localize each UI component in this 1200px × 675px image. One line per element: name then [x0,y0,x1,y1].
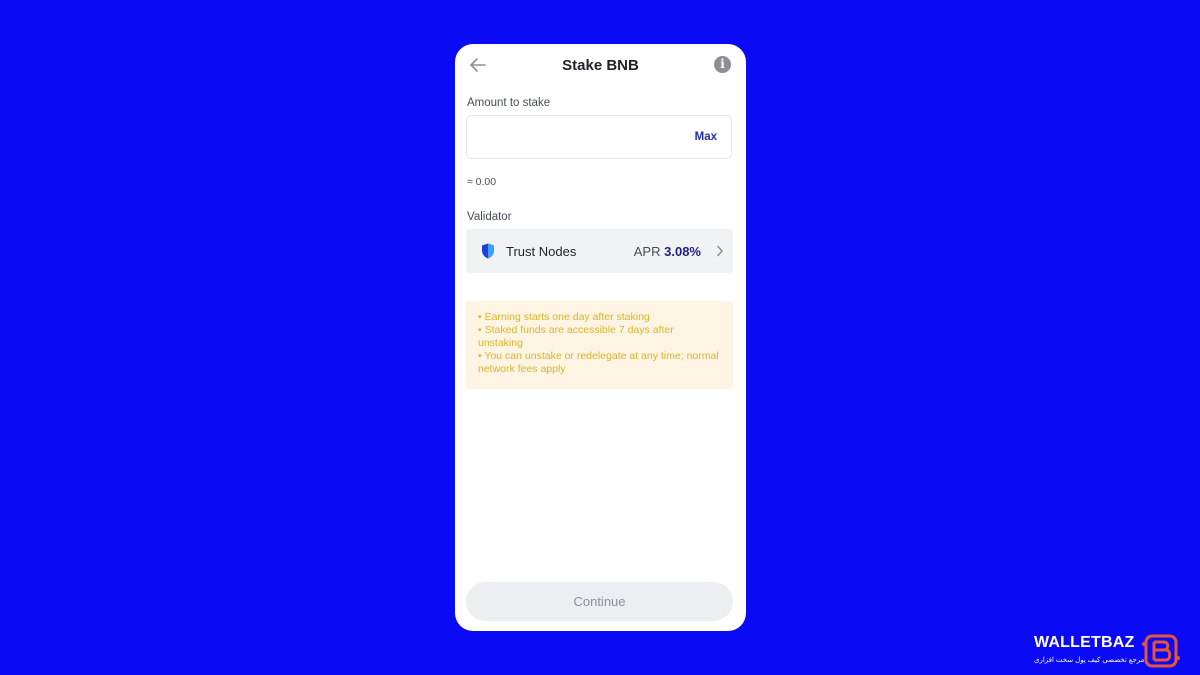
notice-line: • Staked funds are accessible 7 days aft… [478,324,674,349]
apr-value: 3.08% [664,244,701,259]
chevron-right-icon [717,245,724,257]
notice-line: • Earning starts one day after staking [478,311,650,323]
header: Stake BNB i [455,44,746,88]
amount-label: Amount to stake [467,97,551,109]
continue-button[interactable]: Continue [466,582,733,621]
validator-label: Validator [467,211,512,223]
walletbaz-logo-icon [1142,634,1180,668]
apr-label: APR [633,244,661,259]
staking-notice: • Earning starts one day after staking •… [466,301,733,389]
shield-icon [482,243,494,259]
watermark-tagline: مرجع تخصصی کیف پول سخت افزاری [1034,657,1145,664]
amount-field[interactable]: Max [466,115,732,159]
page-title: Stake BNB [562,57,639,74]
stake-screen: Stake BNB i Amount to stake Max ≈ 0.00 V… [455,44,746,631]
info-icon[interactable]: i [714,56,731,73]
apr-display: APR 3.08% [634,244,701,259]
notice-line: • You can unstake or redelegate at any t… [478,350,719,375]
watermark: WALLETBAZ مرجع تخصصی کیف پول سخت افزاری [1034,632,1184,672]
max-button[interactable]: Max [695,131,717,143]
watermark-name: WALLETBAZ [1034,634,1135,651]
validator-name: Trust Nodes [506,244,577,259]
validator-selector[interactable]: Trust Nodes APR 3.08% [466,229,733,273]
amount-input[interactable] [477,126,681,150]
approx-value: ≈ 0.00 [467,176,497,188]
